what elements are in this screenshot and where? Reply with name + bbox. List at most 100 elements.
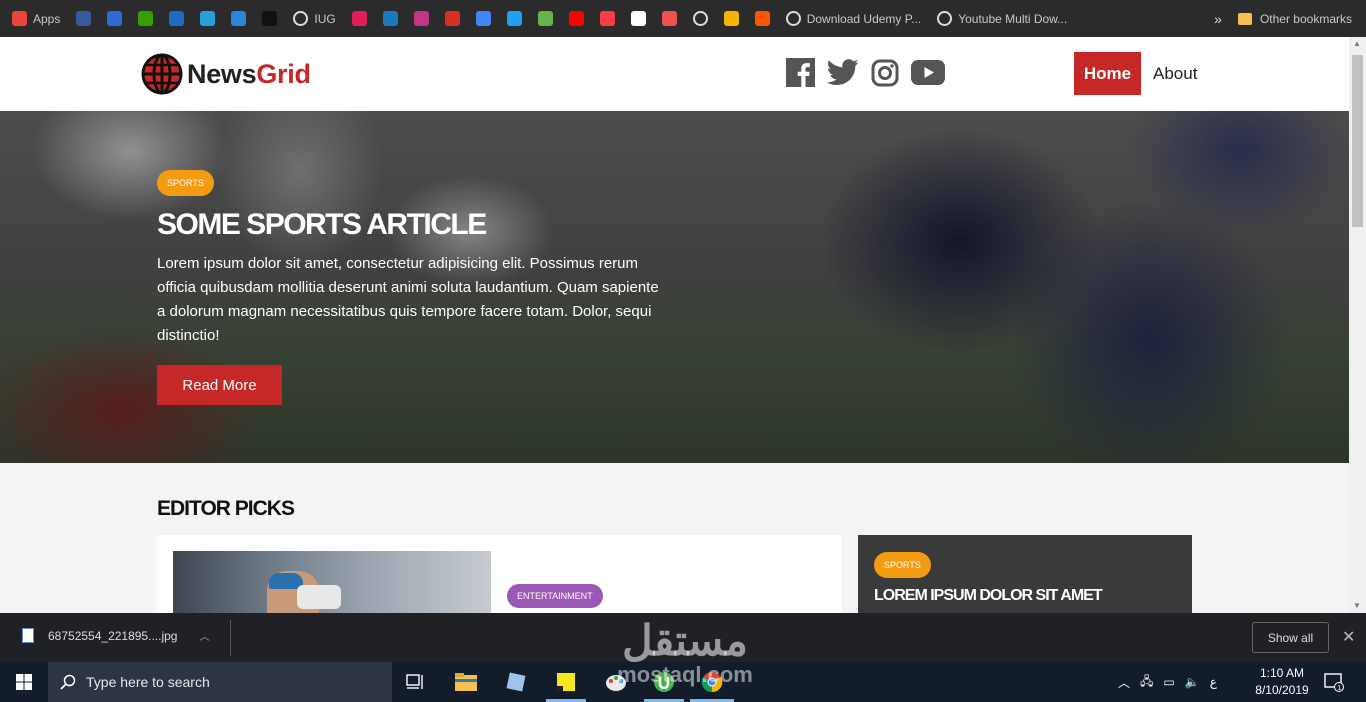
- bookmark-item[interactable]: [351, 11, 367, 26]
- scroll-down-arrow-icon[interactable]: ▼: [1353, 601, 1361, 610]
- side-card-category-tag[interactable]: SPORTS: [874, 552, 931, 578]
- divider: [230, 620, 231, 656]
- bookmark-item[interactable]: [630, 11, 646, 26]
- wifi-icon[interactable]: ▭: [1163, 675, 1174, 689]
- bookmark-item[interactable]: Download Udemy P...: [785, 11, 922, 26]
- bookmark-item[interactable]: IUG: [293, 11, 336, 26]
- clock[interactable]: 1:10 AM 8/10/2019: [1252, 665, 1312, 699]
- upwork-icon: [138, 11, 154, 26]
- site-header: NewsGrid Home About: [0, 37, 1349, 111]
- social-links: [786, 58, 957, 87]
- bookmark-item[interactable]: [444, 11, 460, 26]
- globe-logo-icon: [141, 53, 183, 95]
- photo-icon: [200, 11, 216, 26]
- bookmark-label: Download Udemy P...: [806, 11, 922, 26]
- network-icon[interactable]: 🖧: [1140, 672, 1153, 693]
- editor-pick-main-card[interactable]: ENTERTAINMENT: [157, 535, 842, 613]
- logo-text-main: News: [187, 58, 257, 89]
- bookmark-item[interactable]: [107, 11, 123, 26]
- notification-center-icon[interactable]: 1: [1324, 672, 1344, 697]
- editor-pick-side-card[interactable]: SPORTS Lorem ipsum dolor sit amet: [858, 535, 1192, 613]
- bookmark-item[interactable]: Apps: [12, 11, 60, 26]
- bookmark-label: Youtube Multi Dow...: [958, 11, 1068, 26]
- paypal-icon: [169, 11, 185, 26]
- bookmark-item[interactable]: [754, 11, 770, 26]
- bookmark-label: IUG: [314, 11, 336, 26]
- other-bookmarks-link[interactable]: Other bookmarks: [1260, 12, 1352, 26]
- facebook-icon[interactable]: [786, 58, 815, 87]
- bookmark-item[interactable]: [169, 11, 185, 26]
- yammer-icon: [231, 11, 247, 26]
- taskbar-search[interactable]: Type here to search: [48, 662, 392, 702]
- bookmark-item[interactable]: [506, 11, 522, 26]
- nav-about-link[interactable]: About: [1153, 52, 1197, 95]
- entertainment-tag[interactable]: ENTERTAINMENT: [507, 584, 603, 608]
- download-item[interactable]: 68752554_221895....jpg ︿: [22, 628, 209, 643]
- bookmark-item[interactable]: [413, 11, 429, 26]
- bookmark-item[interactable]: [568, 11, 584, 26]
- read-more-button[interactable]: Read More: [157, 365, 282, 405]
- r-icon: [630, 11, 646, 26]
- facebook-icon: [76, 11, 92, 26]
- bookmark-item[interactable]: [599, 11, 615, 26]
- bookmark-item[interactable]: [475, 11, 491, 26]
- logo-text-accent: Grid: [256, 58, 311, 89]
- apps-grid-icon: [12, 11, 27, 26]
- hero-text: Lorem ipsum dolor sit amet, consectetur …: [157, 255, 659, 344]
- watermark: مستقل mostaql.com: [600, 616, 770, 692]
- gmail-icon: [444, 11, 460, 26]
- file-explorer-icon[interactable]: [454, 670, 478, 694]
- bookmark-item[interactable]: [262, 11, 278, 26]
- bookmark-item[interactable]: [231, 11, 247, 26]
- clock-time: 1:10 AM: [1259, 666, 1305, 680]
- instagram-icon[interactable]: [871, 59, 899, 87]
- bookmark-item[interactable]: [200, 11, 216, 26]
- chevron-up-icon[interactable]: ︿: [1118, 674, 1130, 691]
- search-icon: [60, 674, 76, 690]
- language-indicator[interactable]: ع: [1210, 675, 1217, 689]
- notification-count: 1: [1337, 685, 1341, 692]
- scroll-up-arrow-icon[interactable]: ▲: [1353, 39, 1361, 48]
- scrollbar-thumb[interactable]: [1352, 55, 1363, 227]
- site-logo[interactable]: NewsGrid: [141, 52, 311, 96]
- windows-start-button[interactable]: [0, 662, 48, 702]
- instagram-icon: [413, 11, 429, 26]
- show-all-button[interactable]: Show all: [1252, 622, 1329, 653]
- bookmarks-overflow-button[interactable]: »: [1214, 11, 1222, 27]
- bookmark-item[interactable]: [138, 11, 154, 26]
- task-view-icon[interactable]: [404, 670, 428, 694]
- close-icon[interactable]: ✕: [1342, 627, 1355, 647]
- soundcloud-icon: [754, 11, 770, 26]
- download-filename: 68752554_221895....jpg: [48, 628, 178, 643]
- watermark-latin: mostaql.com: [617, 662, 753, 687]
- bookmarks-right: » Other bookmarks: [1214, 0, 1352, 37]
- side-card-title[interactable]: Lorem ipsum dolor sit amet: [874, 587, 1103, 605]
- sticky-notes-icon[interactable]: [554, 670, 578, 694]
- volume-icon[interactable]: 🔈: [1185, 675, 1200, 689]
- page-scrollbar[interactable]: ▲ ▼: [1349, 37, 1366, 613]
- bookmark-item[interactable]: [382, 11, 398, 26]
- vr-headset-shape: [297, 585, 341, 609]
- bookmark-item[interactable]: [692, 11, 708, 26]
- drive-icon: [723, 11, 739, 26]
- bookmark-item[interactable]: [76, 11, 92, 26]
- scribd-icon: [382, 11, 398, 26]
- bookmark-item[interactable]: [537, 11, 553, 26]
- hero-title: Some Sports Article: [157, 208, 487, 241]
- bookmark-item[interactable]: Youtube Multi Dow...: [937, 11, 1067, 26]
- github-icon: [262, 11, 278, 26]
- article-image[interactable]: [173, 551, 491, 613]
- youtube-icon[interactable]: [911, 60, 945, 85]
- twitter-icon[interactable]: [827, 59, 859, 86]
- hero-category-tag[interactable]: SPORTS: [157, 170, 214, 196]
- app-icon[interactable]: [504, 670, 528, 694]
- globe-icon: [692, 11, 708, 26]
- logo-text: NewsGrid: [187, 59, 311, 90]
- nav-home-link[interactable]: Home: [1074, 52, 1141, 95]
- slack-icon: [351, 11, 367, 26]
- windows-logo-icon: [16, 674, 32, 690]
- bookmark-item[interactable]: [661, 11, 677, 26]
- chevron-up-icon[interactable]: ︿: [199, 628, 209, 643]
- bookmark-item[interactable]: [723, 11, 739, 26]
- globe-icon: [937, 11, 953, 26]
